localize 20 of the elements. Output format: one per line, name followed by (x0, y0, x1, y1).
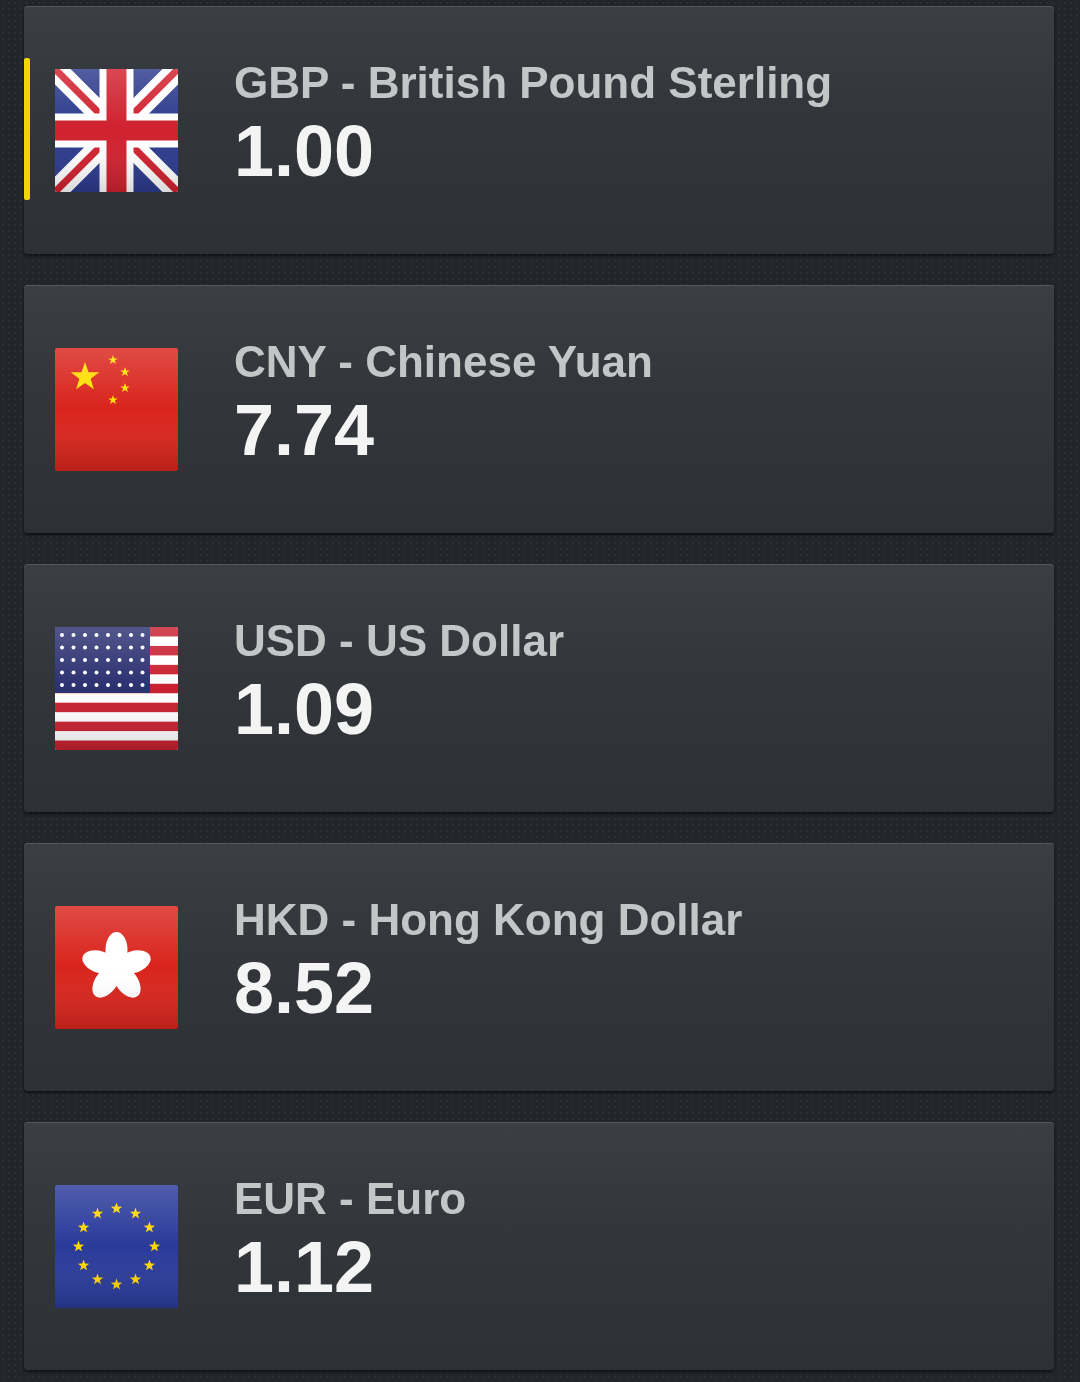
currency-name: USD - US Dollar (234, 616, 565, 667)
currency-name: GBP - British Pound Sterling (234, 58, 833, 109)
currency-rate: 1.09 (234, 672, 376, 748)
flag-icon (55, 626, 178, 750)
currency-rate: 8.52 (234, 951, 376, 1027)
currency-rate: 1.12 (234, 1230, 376, 1306)
currency-rate: 7.74 (234, 393, 376, 469)
flag-icon (55, 1184, 178, 1308)
currency-card[interactable]: GBP - British Pound Sterling 1.00 (24, 6, 1054, 254)
currency-card[interactable]: CNY - Chinese Yuan 7.74 (24, 285, 1054, 533)
currency-rate: 1.00 (234, 114, 376, 190)
flag-icon (55, 905, 178, 1029)
currency-card[interactable]: EUR - Euro 1.12 (24, 1122, 1054, 1370)
flag-icon (55, 68, 178, 192)
flag-icon (55, 347, 178, 471)
currency-name: CNY - Chinese Yuan (234, 337, 653, 388)
currency-name: HKD - Hong Kong Dollar (234, 895, 743, 946)
currency-name: EUR - Euro (234, 1174, 467, 1225)
currency-card[interactable]: USD - US Dollar 1.09 (24, 564, 1054, 812)
currency-card[interactable]: HKD - Hong Kong Dollar 8.52 (24, 843, 1054, 1091)
